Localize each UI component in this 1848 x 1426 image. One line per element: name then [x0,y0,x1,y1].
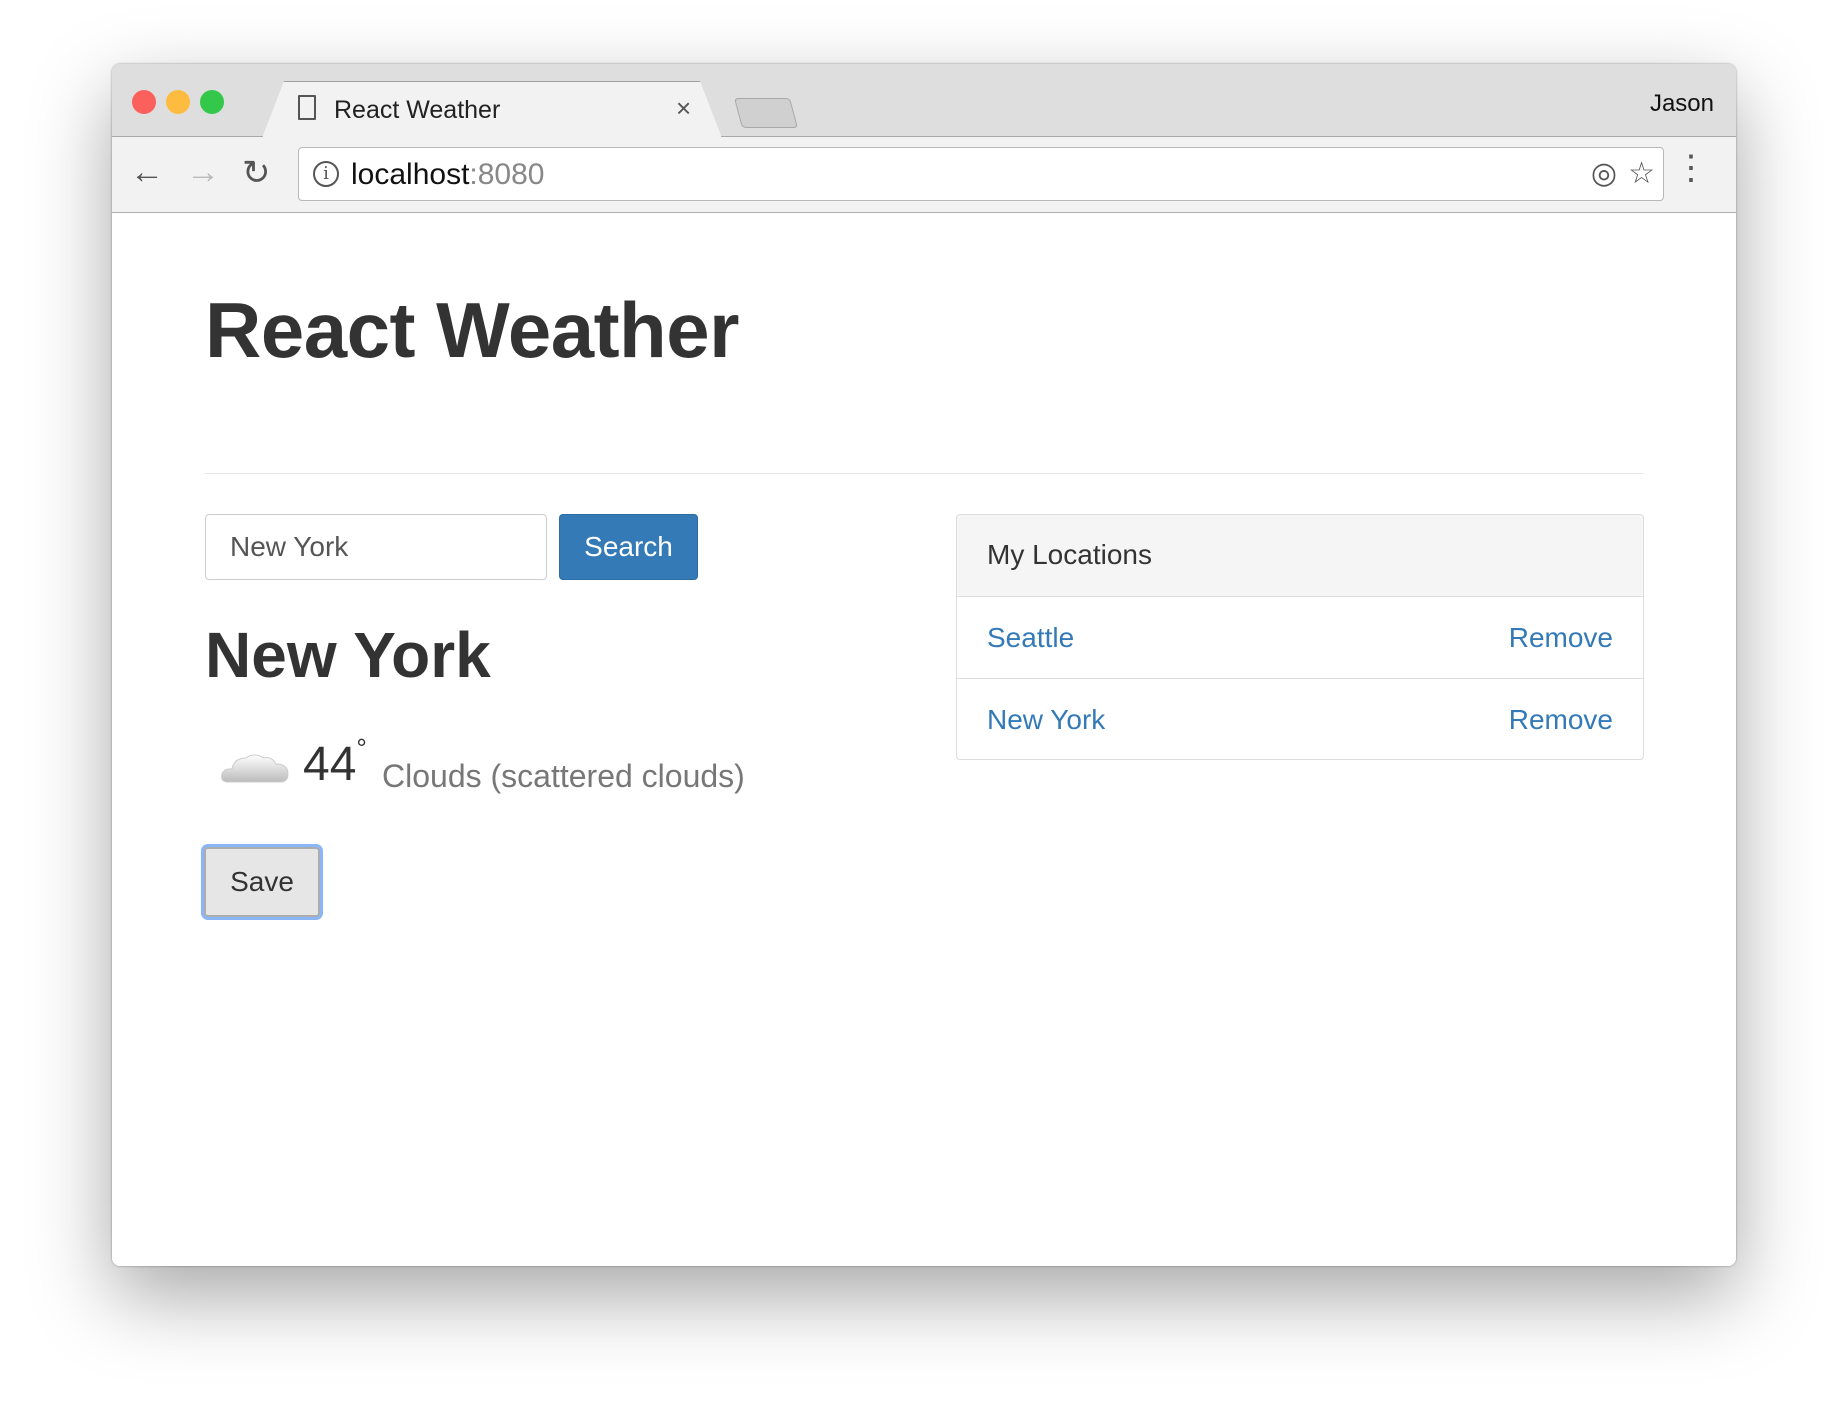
document-icon [298,95,316,120]
browser-menu-icon[interactable]: ⋮ [1674,151,1708,185]
save-button[interactable]: Save [204,847,320,917]
maximize-window-button[interactable] [200,90,224,114]
tab-close-icon[interactable]: × [676,93,691,124]
title-bar: React Weather × Jason [112,64,1736,138]
city-search-input[interactable] [205,514,547,580]
tab-title: React Weather [334,96,501,124]
reload-icon[interactable]: ↻ [242,153,271,193]
temperature: 44° [303,733,367,791]
location-link-new-york[interactable]: New York [987,704,1105,736]
page-title: React Weather [205,286,739,374]
remove-button[interactable]: Remove [1509,622,1613,654]
profile-name[interactable]: Jason [1650,90,1714,118]
divider [205,473,1643,474]
location-row: Seattle Remove [957,597,1643,679]
url-text: localhost:8080 [351,158,544,192]
toolbar: ← → ↻ i localhost:8080 ◎ ☆ ⋮ [112,137,1736,213]
back-icon[interactable]: ← [130,153,164,192]
panel-title: My Locations [957,515,1643,597]
city-heading: New York [205,619,491,691]
new-tab-button[interactable] [733,98,799,128]
page-content: React Weather Search New York 44° Clouds… [112,213,1736,1266]
minimize-window-button[interactable] [166,90,190,114]
close-window-button[interactable] [132,90,156,114]
my-locations-panel: My Locations Seattle Remove New York Rem… [956,514,1644,760]
search-button[interactable]: Search [559,514,698,580]
forward-icon[interactable]: → [186,153,220,192]
info-icon[interactable]: i [313,161,339,187]
address-bar[interactable]: i localhost:8080 ◎ ☆ [298,147,1664,201]
remove-button[interactable]: Remove [1509,704,1613,736]
url-port: :8080 [469,158,545,191]
cloud-icon [221,754,289,783]
url-host: localhost [351,158,470,191]
location-link-seattle[interactable]: Seattle [987,622,1074,654]
weather-description: Clouds (scattered clouds) [382,758,745,794]
browser-window: React Weather × Jason ← → ↻ i localhost:… [112,64,1736,1266]
bookmark-star-icon[interactable]: ☆ [1628,156,1655,191]
location-row: New York Remove [957,679,1643,759]
location-icon[interactable]: ◎ [1591,156,1617,191]
